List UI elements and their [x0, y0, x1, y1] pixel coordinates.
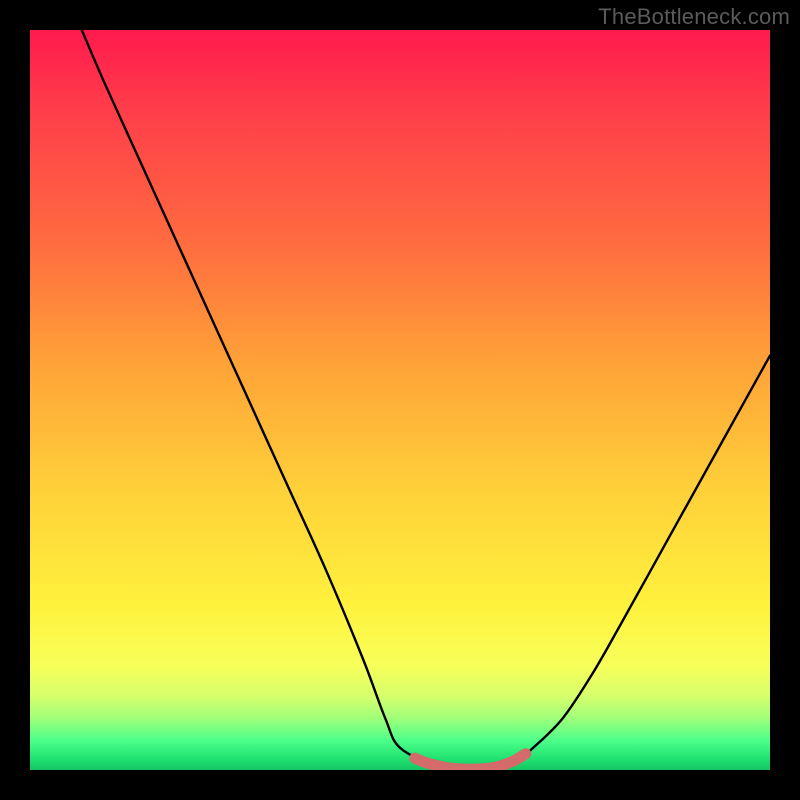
main-curve	[82, 30, 770, 770]
bottom-marker-dot	[433, 762, 441, 770]
bottom-marker-dot	[421, 758, 431, 768]
chart-layer	[82, 30, 770, 770]
bottom-marker-dot	[510, 755, 520, 765]
bottom-marker-dot	[500, 761, 508, 769]
bottom-marker-dot	[522, 750, 530, 758]
watermark-text: TheBottleneck.com	[598, 4, 790, 30]
bottom-marker-dot	[411, 754, 419, 762]
chart-frame: TheBottleneck.com	[0, 0, 800, 800]
chart-svg	[30, 30, 770, 770]
plot-area	[30, 30, 770, 770]
